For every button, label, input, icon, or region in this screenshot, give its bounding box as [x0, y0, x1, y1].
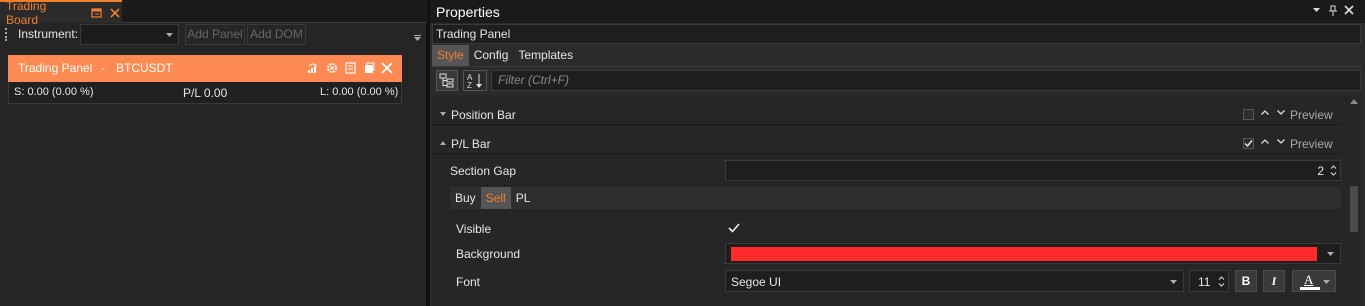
background-color-swatch [731, 247, 1317, 261]
section-gap-value: 2 [1317, 164, 1324, 178]
font-label: Font [456, 275, 481, 289]
bold-button[interactable]: B [1235, 270, 1257, 292]
toolbar-grip-icon[interactable] [5, 28, 8, 41]
gear-icon[interactable] [325, 61, 339, 75]
trading-board-panel [0, 0, 427, 306]
trading-panel-symbol: BTCUSDT [116, 61, 173, 75]
move-down-icon[interactable] [1277, 110, 1285, 115]
font-color-swatch [1300, 287, 1320, 290]
instrument-select[interactable] [80, 24, 179, 45]
subtab-sell[interactable]: Sell [480, 187, 511, 209]
category-position-bar[interactable]: Position Bar Preview [432, 104, 1341, 125]
close-icon[interactable] [1344, 5, 1354, 15]
close-panel-icon[interactable] [380, 61, 394, 75]
scroll-up-icon[interactable] [1350, 99, 1358, 104]
category-enable-checkbox[interactable] [1243, 138, 1254, 149]
category-pl-bar[interactable]: P/L Bar Preview [432, 133, 1341, 154]
spinner-icon[interactable] [1330, 164, 1337, 177]
section-gap-stepper[interactable]: 2 [725, 160, 1341, 181]
pl-value: P/L 0.00 [183, 86, 228, 100]
italic-button[interactable]: I [1263, 270, 1285, 292]
add-panel-button[interactable]: Add Panel [185, 24, 245, 45]
collapse-arrow-icon[interactable] [440, 140, 446, 146]
properties-title: Properties [436, 4, 500, 20]
trading-panel-separator: - [101, 61, 105, 75]
category-label: P/L Bar [451, 137, 491, 151]
font-family-value: Segoe UI [731, 275, 782, 289]
move-down-icon[interactable] [1277, 139, 1285, 144]
svg-text:Z: Z [467, 81, 472, 90]
tab-config[interactable]: Config [469, 45, 514, 66]
short-position-value: S: 0.00 (0.00 %) [14, 86, 94, 98]
bar-subtabs: Buy Sell PL [450, 187, 1341, 209]
instrument-label: Instrument: [18, 27, 79, 41]
font-color-button[interactable]: A [1292, 270, 1336, 292]
subtab-pl[interactable]: PL [511, 187, 536, 209]
background-label: Background [456, 247, 521, 261]
spinner-icon[interactable] [1218, 275, 1225, 288]
categorized-view-button[interactable] [436, 70, 458, 91]
preview-button[interactable]: Preview [1290, 137, 1333, 151]
visible-label: Visible [456, 222, 492, 236]
properties-icon[interactable] [344, 61, 358, 75]
properties-tabs: Style Config Templates [432, 45, 578, 66]
tab-trading-board-label: Trading Board [6, 0, 47, 27]
background-color-picker[interactable] [725, 243, 1341, 264]
section-gap-label: Section Gap [450, 164, 517, 178]
maximize-icon[interactable] [362, 61, 376, 75]
font-size-value: 11 [1198, 275, 1211, 289]
add-dom-button[interactable]: Add DOM [247, 24, 306, 45]
category-enable-checkbox[interactable] [1243, 109, 1254, 120]
visible-checkbox[interactable] [727, 221, 741, 235]
sort-alphabetical-icon[interactable]: AZ [463, 70, 487, 91]
scrollbar-thumb[interactable] [1350, 186, 1358, 232]
chevron-down-icon [1170, 280, 1177, 284]
pin-icon[interactable] [1328, 5, 1338, 17]
font-color-letter: A [1304, 272, 1314, 287]
close-icon[interactable] [108, 6, 122, 20]
font-family-select[interactable]: Segoe UI [725, 270, 1184, 292]
tab-trading-board[interactable]: Trading Board [0, 0, 122, 27]
selected-object-name: Trading Panel [432, 24, 1361, 44]
float-window-icon[interactable] [90, 6, 104, 20]
chevron-down-icon [1323, 280, 1330, 284]
long-position-value: L: 0.00 (0.00 %) [320, 86, 399, 98]
subtab-buy[interactable]: Buy [450, 187, 481, 209]
font-size-stepper[interactable]: 11 [1189, 270, 1229, 292]
category-label: Position Bar [451, 108, 516, 122]
tab-style[interactable]: Style [432, 45, 469, 66]
tab-templates[interactable]: Templates [513, 45, 578, 66]
properties-titlebar [430, 0, 1365, 23]
chevron-down-icon[interactable] [1313, 8, 1320, 12]
chevron-down-icon [166, 33, 173, 37]
trading-panel-title: Trading Panel [18, 61, 93, 75]
chevron-down-icon [1327, 252, 1334, 256]
move-up-icon[interactable] [1261, 139, 1269, 144]
preview-button[interactable]: Preview [1290, 108, 1333, 122]
move-up-icon[interactable] [1261, 110, 1269, 115]
toolbar-overflow-icon[interactable] [414, 35, 421, 41]
property-filter-input[interactable]: Filter (Ctrl+F) [491, 70, 1361, 91]
signal-icon[interactable] [306, 61, 320, 75]
expand-arrow-icon[interactable] [440, 111, 446, 117]
